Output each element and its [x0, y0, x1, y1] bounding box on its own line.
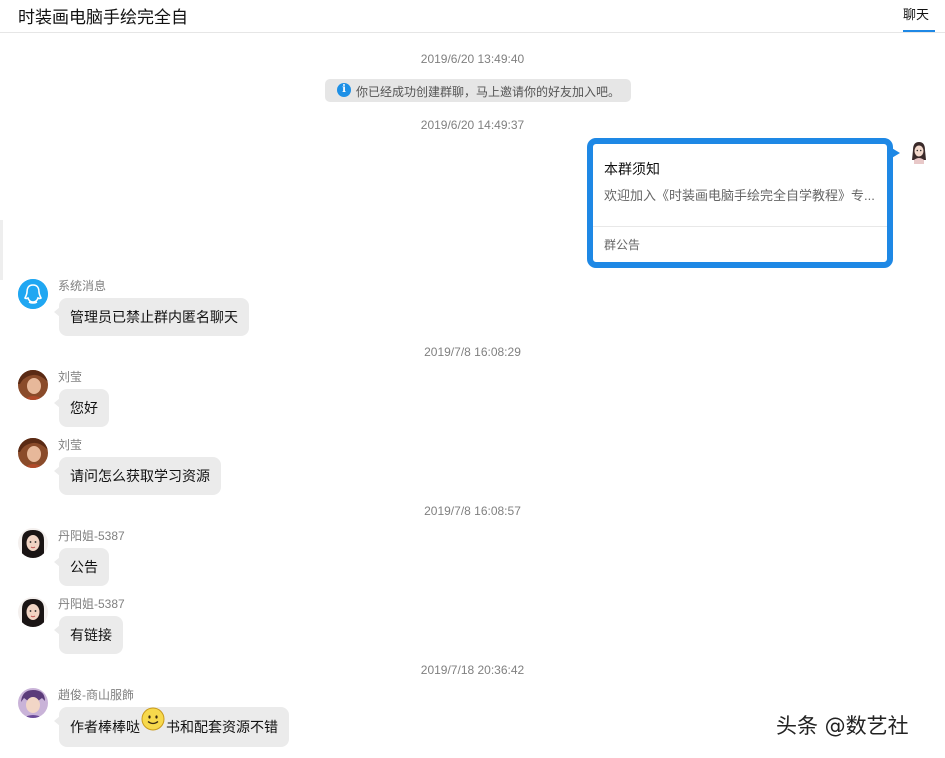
- system-tip-text: 你已经成功创建群聊，马上邀请你的好友加入吧。: [356, 85, 621, 99]
- timestamp: 2019/6/20 14:49:37: [420, 118, 525, 132]
- group-title: 时装画电脑手绘完全自: [18, 8, 188, 27]
- smile-emoji-icon: [141, 706, 165, 746]
- avatar[interactable]: [18, 370, 48, 400]
- qq-penguin-icon: [18, 279, 48, 309]
- avatar[interactable]: [18, 279, 48, 309]
- timestamp: 2019/7/8 16:08:29: [424, 345, 521, 359]
- sender-name: 趙俊-商山服飾: [58, 688, 134, 702]
- watermark: 头条 @数艺社: [776, 714, 909, 738]
- message-bubble[interactable]: 公告: [54, 548, 109, 586]
- message-bubble[interactable]: 您好: [54, 389, 109, 427]
- avatar[interactable]: [18, 528, 48, 558]
- sender-name: 刘莹: [58, 370, 83, 384]
- sender-name: 刘莹: [58, 438, 83, 452]
- message-text: 书和配套资源不错: [166, 719, 278, 735]
- group-notice-card[interactable]: 本群须知 欢迎加入《时装画电脑手绘完全自学教程》专... 群公告: [587, 138, 893, 268]
- message-bubble[interactable]: 作者棒棒哒 书和配套资源不错: [54, 706, 289, 747]
- message-bubble[interactable]: 有链接: [54, 616, 123, 654]
- tab-chat[interactable]: 聊天: [903, 4, 929, 23]
- sender-name: 丹阳姐-5387: [58, 597, 125, 611]
- message-text: 作者棒棒哒: [70, 719, 140, 735]
- scroll-edge: [0, 220, 3, 280]
- avatar[interactable]: [18, 438, 48, 468]
- chat-header: 时装画电脑手绘完全自 聊天: [0, 0, 945, 33]
- tab-active-indicator: [903, 30, 935, 32]
- notice-title: 本群须知: [604, 161, 660, 177]
- info-icon: i: [337, 83, 351, 97]
- my-avatar[interactable]: [908, 140, 930, 164]
- bubble-tail: [890, 147, 900, 159]
- system-tip: i 你已经成功创建群聊，马上邀请你的好友加入吧。: [325, 79, 631, 102]
- timestamp: 2019/6/20 13:49:40: [420, 52, 525, 66]
- timestamp: 2019/7/8 16:08:57: [424, 504, 521, 518]
- notice-body: 欢迎加入《时装画电脑手绘完全自学教程》专...: [604, 188, 875, 203]
- sender-name: 系统消息: [58, 279, 107, 293]
- sender-name: 丹阳姐-5387: [58, 529, 125, 543]
- avatar[interactable]: [18, 597, 48, 627]
- message-bubble[interactable]: 管理员已禁止群内匿名聊天: [54, 298, 249, 336]
- timestamp: 2019/7/18 20:36:42: [420, 663, 525, 677]
- message-bubble[interactable]: 请问怎么获取学习资源: [54, 457, 221, 495]
- divider: [593, 226, 887, 227]
- avatar[interactable]: [18, 688, 48, 718]
- notice-footer: 群公告: [604, 238, 641, 252]
